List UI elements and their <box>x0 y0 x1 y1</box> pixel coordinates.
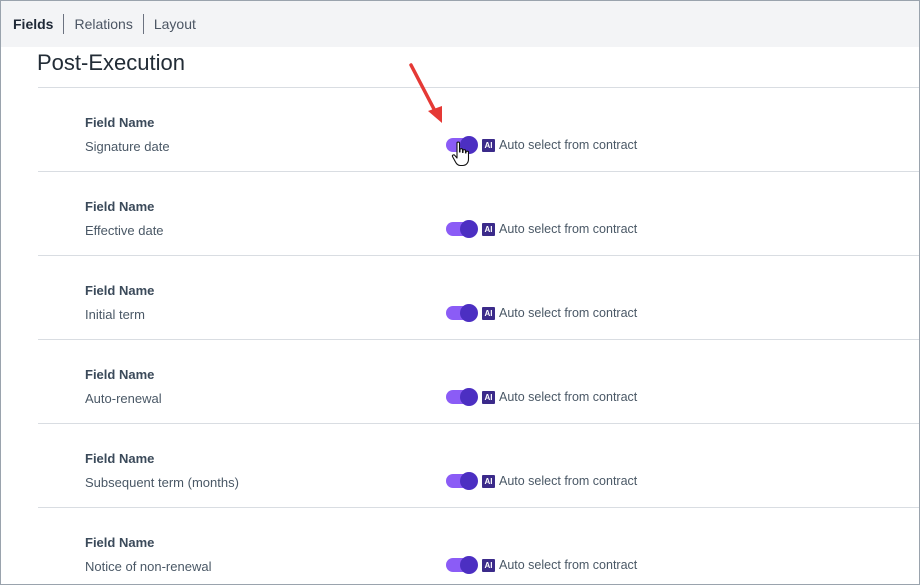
auto-select-label: Auto select from contract <box>499 474 638 488</box>
auto-select-label: Auto select from contract <box>499 222 638 236</box>
auto-select-toggle[interactable] <box>446 304 478 322</box>
auto-select-toggle[interactable] <box>446 220 478 238</box>
field-row: Field Name Effective date AI Auto select… <box>38 172 919 256</box>
auto-select-label: Auto select from contract <box>499 390 638 404</box>
toggle-knob <box>460 472 478 490</box>
auto-select-toggle[interactable] <box>446 556 478 574</box>
toggle-knob <box>460 556 478 574</box>
field-label: Field Name <box>85 535 155 550</box>
ai-icon: AI <box>482 139 495 152</box>
field-label: Field Name <box>85 115 155 130</box>
auto-select-toggle[interactable] <box>446 472 478 490</box>
auto-select-label: Auto select from contract <box>499 558 638 572</box>
ai-icon: AI <box>482 391 495 404</box>
tab-bar: Fields Relations Layout <box>1 1 919 47</box>
field-row: Field Name Notice of non-renewal AI Auto… <box>38 508 919 584</box>
toggle-knob <box>460 388 478 406</box>
field-value: Subsequent term (months) <box>85 475 239 490</box>
toggle-knob <box>460 220 478 238</box>
tab-relations[interactable]: Relations <box>64 15 142 33</box>
hand-pointer-icon <box>451 141 470 167</box>
field-value: Auto-renewal <box>85 391 162 406</box>
ai-icon: AI <box>482 559 495 572</box>
tab-layout[interactable]: Layout <box>144 15 206 33</box>
field-row: Field Name Signature date AI Auto select… <box>38 88 919 172</box>
field-value: Notice of non-renewal <box>85 559 212 574</box>
section-title: Post-Execution <box>37 50 185 75</box>
field-label: Field Name <box>85 283 155 298</box>
ai-icon: AI <box>482 475 495 488</box>
field-row: Field Name Initial term AI Auto select f… <box>38 256 919 340</box>
field-label: Field Name <box>85 451 155 466</box>
field-value: Signature date <box>85 139 170 154</box>
red-arrow-icon <box>409 63 442 123</box>
auto-select-toggle[interactable] <box>446 388 478 406</box>
field-value: Effective date <box>85 223 164 238</box>
ai-icon: AI <box>482 223 495 236</box>
toggle-knob <box>460 304 478 322</box>
app-frame: Fields Relations Layout Post-Execution F… <box>0 0 920 585</box>
field-row: Field Name Auto-renewal AI Auto select f… <box>38 340 919 424</box>
auto-select-label: Auto select from contract <box>499 306 638 320</box>
field-label: Field Name <box>85 199 155 214</box>
auto-select-label: Auto select from contract <box>499 138 638 152</box>
field-row: Field Name Subsequent term (months) AI A… <box>38 424 919 508</box>
tab-fields[interactable]: Fields <box>1 15 63 33</box>
ai-icon: AI <box>482 307 495 320</box>
field-value: Initial term <box>85 307 145 322</box>
field-label: Field Name <box>85 367 155 382</box>
field-list: Field Name Signature date AI Auto select… <box>38 88 919 584</box>
